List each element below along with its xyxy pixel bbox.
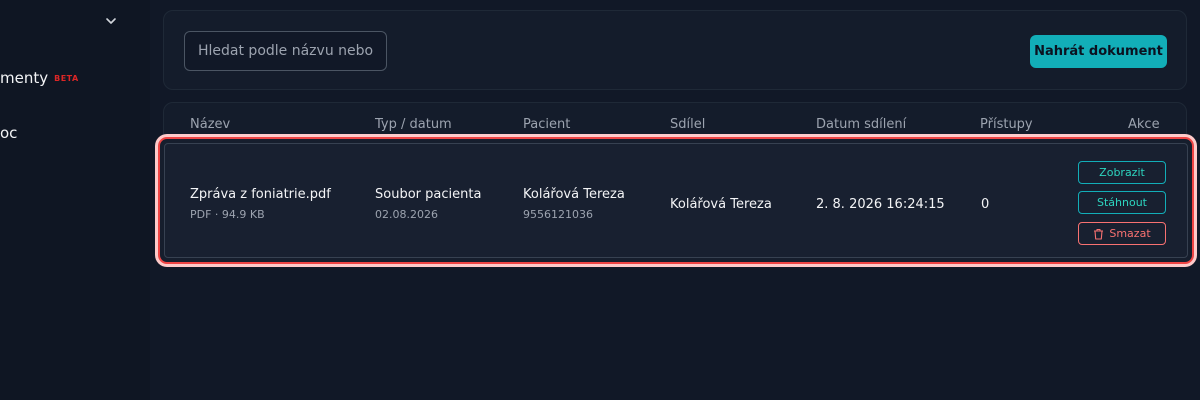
document-type: Soubor pacienta	[375, 187, 482, 202]
sidebar-item-documents[interactable]: menty BETA	[0, 69, 79, 87]
toolbar: Nahrát dokument	[163, 10, 1187, 90]
column-header-accesses[interactable]: Přístupy	[980, 117, 1033, 132]
shared-date: 2. 8. 2026 16:24:15	[816, 197, 945, 212]
column-header-name[interactable]: Název	[190, 117, 230, 132]
trash-icon	[1094, 228, 1104, 240]
column-header-type-date[interactable]: Typ / datum	[375, 117, 452, 132]
download-button-label: Stáhnout	[1097, 196, 1147, 209]
column-header-shared-by[interactable]: Sdílel	[670, 117, 705, 132]
table-row[interactable]: Zpráva z foniatrie.pdf PDF · 94.9 KB Sou…	[158, 137, 1194, 264]
chevron-down-icon[interactable]	[104, 14, 118, 28]
column-header-actions: Akce	[1128, 117, 1160, 132]
main-content: Nahrát dokument Název Typ / datum Pacien…	[150, 0, 1200, 400]
sidebar: menty BETA oc	[0, 0, 150, 400]
sidebar-item-label: menty	[0, 69, 49, 87]
delete-button[interactable]: Smazat	[1078, 222, 1166, 245]
column-header-patient[interactable]: Pacient	[523, 117, 570, 132]
document-name[interactable]: Zpráva z foniatrie.pdf	[190, 187, 331, 202]
view-button-label: Zobrazit	[1099, 166, 1145, 179]
document-file-meta: PDF · 94.9 KB	[190, 208, 265, 221]
shared-by: Kolářová Tereza	[670, 197, 772, 212]
delete-button-label: Smazat	[1109, 227, 1151, 240]
beta-badge: BETA	[54, 74, 79, 83]
view-button[interactable]: Zobrazit	[1078, 161, 1166, 184]
table-row-body: Zpráva z foniatrie.pdf PDF · 94.9 KB Sou…	[164, 143, 1188, 258]
upload-document-button[interactable]: Nahrát dokument	[1030, 35, 1167, 68]
document-type-date: 02.08.2026	[375, 208, 438, 221]
sidebar-item-help[interactable]: oc	[0, 124, 17, 142]
patient-id: 9556121036	[523, 208, 593, 221]
access-count: 0	[981, 197, 990, 212]
patient-name: Kolářová Tereza	[523, 187, 625, 202]
column-header-shared-date[interactable]: Datum sdílení	[816, 117, 906, 132]
download-button[interactable]: Stáhnout	[1078, 191, 1166, 214]
documents-table: Název Typ / datum Pacient Sdílel Datum s…	[158, 102, 1194, 264]
search-input[interactable]	[184, 31, 387, 71]
sidebar-item-label: oc	[0, 124, 18, 142]
